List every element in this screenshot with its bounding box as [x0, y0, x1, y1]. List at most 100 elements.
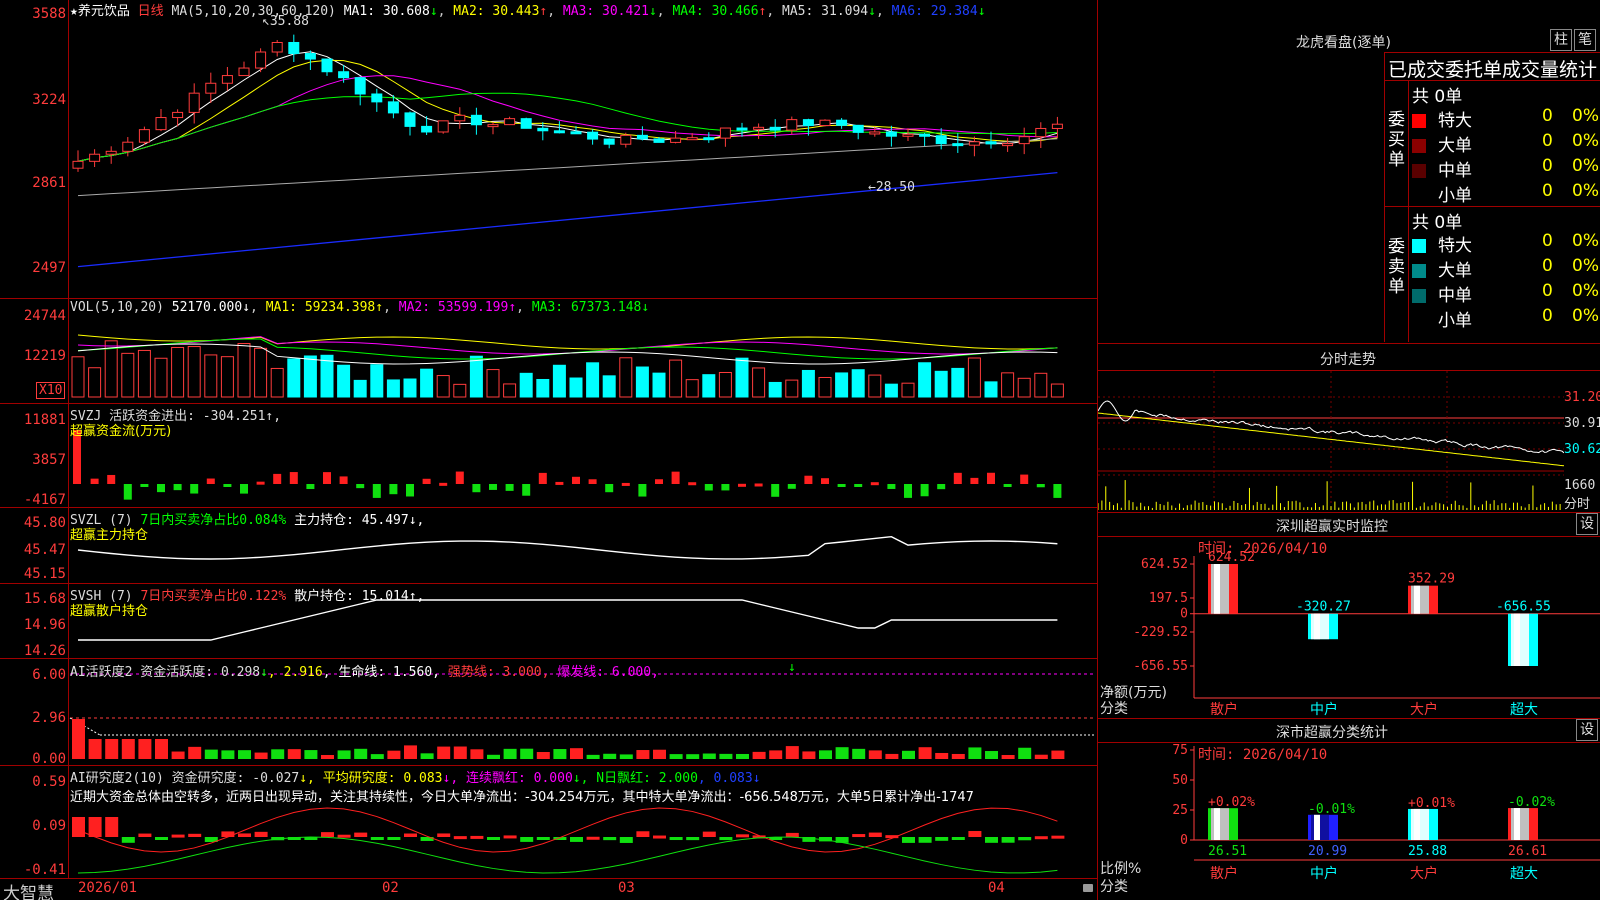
tab-zhu[interactable]: 柱	[1550, 29, 1572, 51]
candle	[487, 124, 499, 128]
monitor-category-label: 超大	[1510, 702, 1538, 718]
sell-row-large: 大单 0 0%	[1412, 256, 1599, 281]
candle	[1002, 143, 1014, 147]
lock-icon[interactable]	[1083, 884, 1093, 892]
intraday-tick: 31.20	[1564, 390, 1600, 405]
ai-research-bar	[935, 837, 949, 841]
ai-active-bar	[885, 753, 899, 759]
volume-bar	[934, 370, 948, 398]
volume-bar	[884, 383, 898, 398]
classify-bar-value: 26.61	[1508, 844, 1547, 859]
ai-active-bar	[337, 750, 351, 759]
volume-bar	[536, 378, 550, 398]
classify-category-label: 中户	[1310, 865, 1338, 882]
period-label[interactable]: 日线	[138, 4, 164, 19]
brand-logo: 大智慧	[3, 884, 54, 900]
ai-active-bar	[852, 748, 866, 759]
ai-active-bar	[271, 749, 285, 759]
classify-bar-value: 25.88	[1408, 844, 1447, 859]
ai-active-header: AI活跃度2 资金活跃度: 0.298↓, 2.916, 生命线: 1.560,…	[70, 665, 659, 680]
ai-research-bar	[669, 837, 683, 841]
volume-bar	[420, 368, 434, 398]
ai-active-bar	[536, 752, 550, 759]
volume-bar	[1017, 377, 1031, 398]
svzj-bar	[240, 484, 248, 494]
volume-ma-line	[77, 336, 1058, 355]
volume-bar	[752, 367, 766, 398]
intraday-chart[interactable]	[1098, 371, 1564, 511]
svzj-bar	[904, 484, 912, 498]
tab-bi[interactable]: 笔	[1574, 29, 1596, 51]
candle	[653, 138, 665, 143]
volume-bar	[519, 372, 533, 398]
svzj-bar	[173, 484, 182, 491]
candle	[89, 153, 101, 162]
candle	[387, 101, 399, 114]
ma2-value: MA2: 30.443↑	[453, 4, 548, 19]
svzj-bar	[937, 484, 946, 490]
ai-active-bar	[121, 739, 135, 759]
monitor-bar-highlight	[1214, 564, 1220, 614]
ai-active-bar	[520, 748, 534, 759]
candle	[138, 129, 150, 143]
volume-bar	[967, 357, 981, 398]
ai-active-bar	[387, 750, 401, 759]
intraday-vol-tick: 1660	[1564, 478, 1596, 493]
svzj-bar	[306, 484, 315, 490]
monitor-bar-value: 624.52	[1208, 550, 1255, 565]
svzj-bar	[605, 484, 614, 493]
classify-delta-label: -0.01%	[1308, 802, 1355, 817]
ai-research-bar	[536, 837, 550, 840]
ai-research-bar	[785, 832, 799, 837]
ai-active-bar	[171, 751, 185, 759]
svzj-tick: 11881	[23, 412, 66, 428]
sell-row-small: 小单 0 0%	[1412, 306, 1599, 331]
ai-research-bar	[719, 837, 733, 841]
volume-bar	[88, 367, 102, 398]
ai-active-tick: 6.00	[32, 667, 66, 683]
classify-bar-chart: 75 50 25 0 +0.02% 26.51 散户 -0.01% 20.99 中户 +0.01% 2…	[1172, 743, 1600, 882]
vol-unit-badge[interactable]: X10	[36, 382, 66, 399]
sell-row-medium: 中单 0 0%	[1412, 281, 1599, 306]
volume-ma-line	[77, 338, 1058, 360]
monitor-settings-button[interactable]: 设	[1576, 513, 1598, 535]
ai-research-bar	[520, 837, 534, 842]
svsh-tick: 15.68	[23, 591, 66, 607]
ma5-value: MA5: 31.094↓	[782, 4, 876, 19]
ai-research-bar	[570, 837, 583, 842]
candle	[620, 134, 632, 145]
svzj-tick: -4167	[23, 492, 66, 508]
classify-settings-button[interactable]: 设	[1576, 719, 1598, 741]
candle	[454, 114, 466, 122]
svzj-bar	[555, 481, 564, 485]
classify-category-label: 大户	[1410, 865, 1438, 882]
ai-active-bar	[653, 749, 666, 759]
ai-active-tick: 0.00	[32, 751, 66, 767]
volume-bar	[287, 358, 301, 398]
x-axis-label: 03	[618, 880, 635, 896]
ai-research-bar	[686, 837, 700, 841]
ai-research-tick: 0.09	[32, 818, 66, 834]
candle	[587, 131, 599, 140]
monitor-bar-value: -656.55	[1496, 600, 1551, 615]
svzj-bar	[157, 484, 165, 493]
candle	[122, 141, 134, 152]
research-line	[77, 807, 1058, 853]
monitor-title: 深圳超赢实时监控	[1276, 519, 1388, 535]
ai-active-bar	[487, 754, 500, 759]
stock-name[interactable]: 养元饮品	[78, 4, 130, 19]
y-tick-label: 75	[1172, 743, 1188, 758]
main-chart-header: ★养元饮品 日线 MA(5,10,20,30,60,120) MA1: 30.6…	[70, 4, 986, 19]
candle	[188, 92, 200, 113]
candle	[952, 143, 964, 147]
price-tick: 2497	[32, 260, 66, 276]
volume-bar	[386, 379, 400, 398]
svzj-bar	[406, 484, 414, 497]
volume-bar	[270, 367, 284, 398]
buy-row-super: 特大 0 0%	[1412, 106, 1599, 131]
svzj-bar	[505, 484, 514, 491]
ai-research-bar	[702, 831, 716, 837]
svzj-bar	[655, 479, 663, 484]
classify-bar-highlight	[1514, 808, 1520, 840]
y-tick-label: 50	[1172, 773, 1188, 788]
